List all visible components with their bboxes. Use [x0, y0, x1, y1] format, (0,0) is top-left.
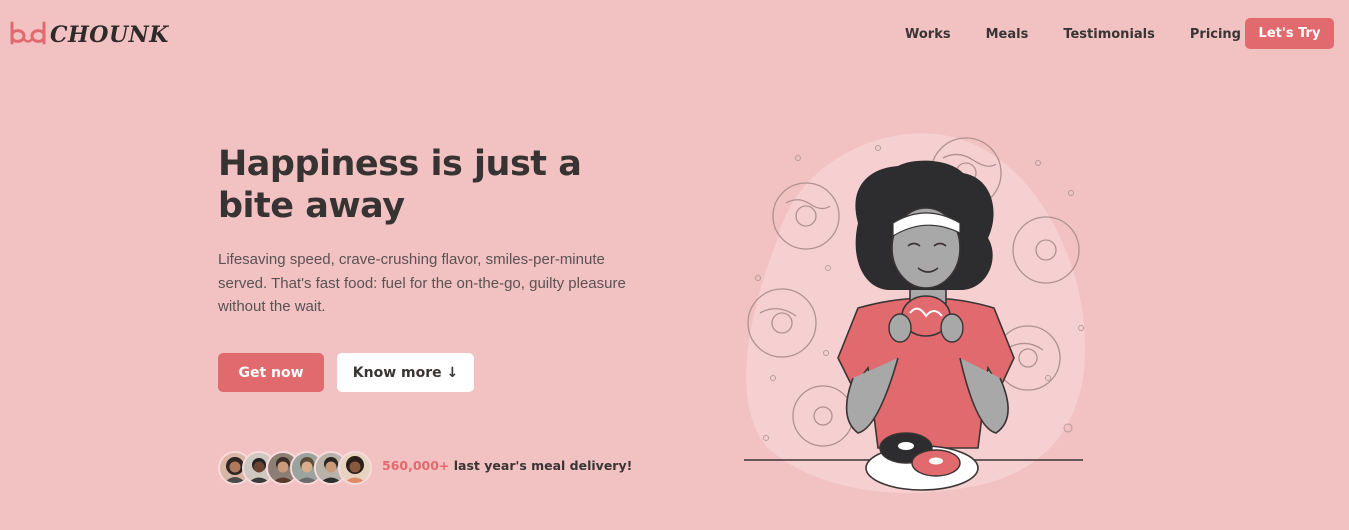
- logo-mark-icon: [10, 21, 46, 45]
- site-header: CHOUNK Works Meals Testimonials Pricing …: [0, 0, 1349, 70]
- nav-item-works[interactable]: Works: [905, 27, 951, 42]
- get-now-button[interactable]: Get now: [218, 353, 324, 392]
- hero-description: Lifesaving speed, crave-crushing flavor,…: [218, 251, 626, 315]
- know-more-button[interactable]: Know more ↓: [337, 353, 474, 392]
- main-nav: Works Meals Testimonials Pricing: [880, 18, 1276, 50]
- woman-eating-donut-icon: [744, 133, 1086, 493]
- delivery-count: 560,000+: [382, 458, 450, 473]
- delivery-stat: 560,000+ last year's meal delivery!: [382, 458, 632, 473]
- nav-item-pricing[interactable]: Pricing: [1190, 27, 1241, 42]
- person-icon: [340, 453, 370, 483]
- logo-text: CHOUNK: [50, 22, 169, 48]
- nav-item-meals[interactable]: Meals: [986, 27, 1029, 42]
- nav-item-testimonials[interactable]: Testimonials: [1063, 27, 1155, 42]
- hero-title-line-2: bite away: [218, 186, 405, 226]
- logo[interactable]: CHOUNK: [8, 18, 169, 52]
- avatar: [338, 451, 372, 485]
- lets-try-button[interactable]: Let's Try: [1245, 18, 1334, 49]
- delivery-label: last year's meal delivery!: [449, 458, 633, 473]
- customer-avatars: [218, 451, 378, 485]
- hero-title-line-1: Happiness is just a: [218, 144, 582, 184]
- hero-title: Happiness is just a bite away: [218, 143, 648, 227]
